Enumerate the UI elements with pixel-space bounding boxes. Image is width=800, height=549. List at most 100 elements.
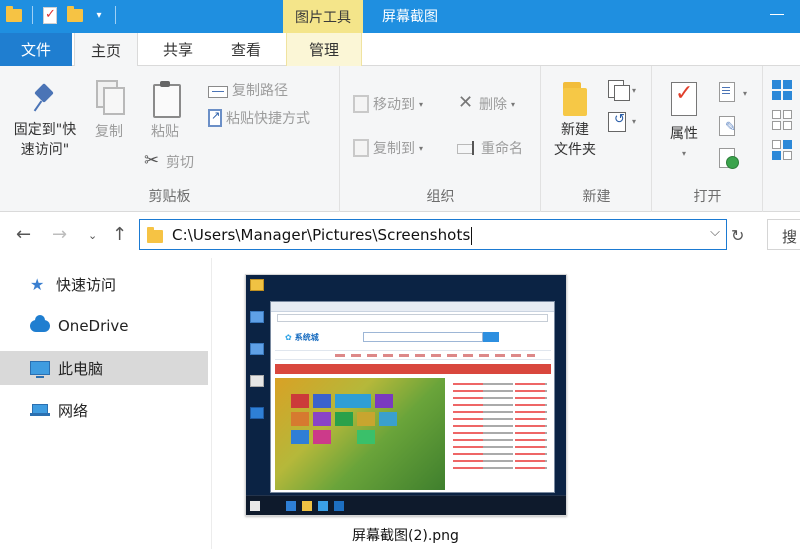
chevron-down-icon: ▾ [419, 143, 424, 153]
paste-button[interactable]: 粘贴 [142, 80, 188, 142]
chevron-down-icon: ▾ [632, 85, 637, 95]
desktop-folder-icon [250, 279, 264, 291]
tab-home[interactable]: 主页 [74, 33, 138, 67]
nav-item-network[interactable]: 网络 [0, 393, 208, 427]
cut-button[interactable]: 剪切 [144, 150, 194, 172]
new-folder-icon[interactable] [67, 5, 83, 22]
copy-button[interactable]: 复制 [86, 80, 132, 142]
move-to-label: 移动到 [373, 97, 415, 113]
tab-share[interactable]: 共享 [146, 33, 210, 66]
delete-icon [457, 92, 475, 113]
select-none-button[interactable] [772, 110, 792, 130]
file-name-label[interactable]: 屏幕截图(2).png [352, 525, 459, 545]
tab-view[interactable]: 查看 [214, 33, 278, 66]
address-path[interactable]: C:\Users\Manager\Pictures\Screenshots [172, 226, 473, 245]
properties-icon[interactable] [43, 6, 57, 24]
thumbnail-browser-titlebar [271, 302, 554, 312]
paste-shortcut-label: 粘贴快捷方式 [226, 111, 310, 127]
thumbnail-browser-address [277, 314, 548, 322]
copy-label: 复制 [95, 124, 123, 140]
desktop-recycle-bin-icon [250, 375, 264, 387]
rename-button[interactable]: 重命名 [457, 138, 523, 158]
pin-icon [31, 84, 59, 114]
new-item-button[interactable]: ▾ [606, 80, 637, 101]
text-caret [471, 226, 473, 245]
edit-button[interactable] [719, 116, 739, 138]
banner-tile [335, 412, 353, 426]
pin-label-line1: 固定到"快 [13, 122, 77, 138]
nav-item-quick-access[interactable]: ★ 快速访问 [0, 267, 208, 301]
nav-item-this-pc[interactable]: 此电脑 [0, 351, 208, 385]
banner-tile [291, 412, 309, 426]
open-group: 属性 ▾ ▾ 打开 [653, 66, 763, 212]
properties-button[interactable]: 属性 ▾ [661, 82, 707, 164]
copy-path-icon [208, 85, 228, 98]
back-arrow-icon[interactable]: ← [16, 224, 31, 245]
up-arrow-icon[interactable]: ↑ [112, 224, 127, 245]
scissors-icon [144, 150, 162, 171]
copy-to-button[interactable]: 复制到 ▾ [353, 138, 423, 158]
copy-icon [96, 80, 125, 115]
select-all-button[interactable] [772, 80, 792, 100]
chevron-down-icon[interactable]: ⌵ [710, 225, 720, 240]
pin-label-line2: 速访问" [20, 142, 70, 158]
new-folder-button[interactable]: 新建 文件夹 [548, 82, 602, 160]
quick-access-toolbar: ▾ [6, 5, 116, 24]
recent-locations-icon[interactable]: ⌄ [88, 229, 97, 242]
nav-item-label: OneDrive [58, 317, 129, 335]
tab-manage[interactable]: 管理 [286, 33, 362, 66]
copy-path-button[interactable]: 复制路径 [208, 80, 288, 100]
thumbnail-taskbar-item [302, 501, 312, 511]
customize-toolbar-icon[interactable]: ▾ [93, 10, 105, 21]
banner-tile [313, 430, 331, 444]
thumbnail-site-search [363, 332, 483, 342]
open-button[interactable]: ▾ [719, 82, 747, 104]
address-bar[interactable]: C:\Users\Manager\Pictures\Screenshots ⌵ [139, 219, 727, 250]
nav-item-label: 快速访问 [56, 275, 117, 294]
delete-button[interactable]: 删除 ▾ [457, 92, 516, 114]
banner-tile [313, 394, 331, 408]
search-label: 搜 [782, 228, 798, 246]
search-box[interactable]: 搜 [767, 219, 800, 250]
move-to-button[interactable]: 移动到 ▾ [353, 94, 423, 114]
nav-item-onedrive[interactable]: OneDrive [0, 309, 208, 343]
address-path-text: C:\Users\Manager\Pictures\Screenshots [172, 226, 471, 244]
banner-tile [375, 394, 393, 408]
thumbnail-taskbar-item [334, 501, 344, 511]
history-button[interactable] [719, 148, 739, 170]
delete-label: 删除 [479, 97, 507, 113]
pin-to-quick-access-button[interactable]: 固定到"快 速访问" [6, 84, 84, 160]
forward-arrow-icon[interactable]: → [52, 224, 67, 245]
new-folder-label-line1: 新建 [561, 122, 589, 138]
move-to-icon [353, 95, 369, 113]
new-group-label: 新建 [582, 189, 611, 205]
thumbnail-site-search-button [483, 332, 499, 342]
file-thumbnail[interactable]: 系统城 [245, 274, 567, 516]
ribbon-tab-row: 文件 主页 共享 查看 管理 [0, 33, 800, 67]
paste-shortcut-button[interactable]: 粘贴快捷方式 [208, 108, 310, 128]
desktop-icons [250, 279, 268, 439]
folder-icon[interactable] [6, 5, 22, 22]
thumbnail-site-article-list [449, 378, 551, 490]
minimize-button[interactable] [770, 9, 784, 21]
chevron-down-icon: ▾ [511, 99, 516, 109]
easy-access-button[interactable]: ▾ [606, 110, 636, 132]
paste-icon [151, 80, 181, 118]
new-item-icon [606, 80, 630, 101]
banner-tile [335, 394, 371, 408]
thumbnail-site-menu [275, 350, 551, 360]
chevron-down-icon: ▾ [419, 99, 424, 109]
properties-icon [669, 82, 699, 118]
thumbnail-start-icon [250, 501, 260, 511]
organize-group: 移动到 ▾ 删除 ▾ 复制到 ▾ 重命名 组织 [341, 66, 541, 212]
rename-icon [457, 141, 477, 155]
thumbnail-taskbar-item [286, 501, 296, 511]
paste-label: 粘贴 [151, 124, 179, 140]
edit-icon [719, 116, 739, 138]
open-icon [719, 82, 739, 104]
banner-tile [291, 430, 309, 444]
refresh-icon[interactable]: ↻ [731, 226, 744, 245]
invert-selection-button[interactable] [772, 140, 792, 160]
thumbnail-site-banner [275, 378, 445, 490]
tab-file[interactable]: 文件 [0, 33, 72, 66]
